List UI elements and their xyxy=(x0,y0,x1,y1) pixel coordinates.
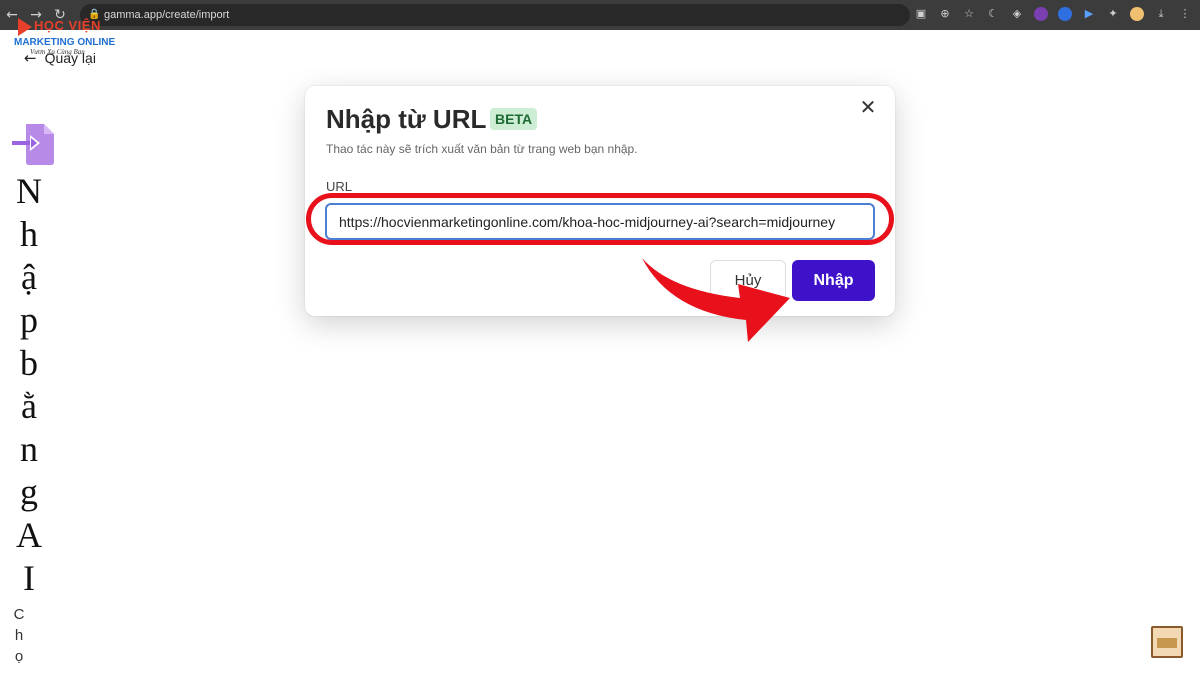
browser-extension-icons: ▣ ⊕ ☆ ☾ ◈ ▶ ✦ ⤓ ⋮ xyxy=(914,7,1192,21)
zoom-icon[interactable]: ⊕ xyxy=(938,7,952,21)
title-char: g xyxy=(20,472,38,512)
title-char: I xyxy=(23,558,35,598)
title-char: N xyxy=(16,171,42,211)
play-logo-icon xyxy=(18,18,32,36)
back-label: Quay lại xyxy=(44,50,96,66)
menu-icon[interactable]: ⋮ xyxy=(1178,7,1192,21)
subtitle-char: h xyxy=(14,627,24,644)
url-input[interactable] xyxy=(325,203,875,240)
title-char: h xyxy=(20,214,38,254)
close-icon[interactable]: ✕ xyxy=(857,96,879,118)
channel-thumbnail-icon xyxy=(1151,626,1183,658)
shield-icon[interactable]: ◈ xyxy=(1010,7,1024,21)
page-title-vertical: NhậpbằngAI xyxy=(12,170,46,600)
title-char: ậ xyxy=(21,257,37,297)
cancel-button[interactable]: Hủy xyxy=(710,260,786,301)
back-button[interactable]: ← Quay lại xyxy=(14,44,106,72)
address-url: gamma.app/create/import xyxy=(104,9,230,21)
moon-icon[interactable]: ☾ xyxy=(986,7,1000,21)
puzzle-icon[interactable]: ✦ xyxy=(1106,7,1120,21)
arrow-left-icon: ← xyxy=(24,49,37,67)
dialog-description: Thao tác này sẽ trích xuất văn bản từ tr… xyxy=(326,142,638,156)
import-button[interactable]: Nhập xyxy=(792,260,875,301)
play-extension-icon[interactable]: ▶ xyxy=(1082,7,1096,21)
extension-icon[interactable] xyxy=(1058,7,1072,21)
download-icon[interactable]: ⤓ xyxy=(1154,7,1168,21)
title-char: n xyxy=(20,429,38,469)
import-file-icon xyxy=(12,124,54,165)
browser-toolbar: ← → ↻ 🔒 gamma.app/create/import ▣ ⊕ ☆ ☾ … xyxy=(0,0,1200,30)
logo-line-1: HỌC VIỆN xyxy=(34,18,101,33)
page-subtitle-vertical: Chọ xyxy=(12,604,26,667)
dialog-title: Nhập từ URL xyxy=(326,104,487,134)
profile-avatar[interactable] xyxy=(1130,7,1144,21)
subtitle-char: C xyxy=(13,606,25,623)
bookmark-star-icon[interactable]: ☆ xyxy=(962,7,976,21)
url-label: URL xyxy=(326,179,353,194)
title-char: b xyxy=(20,343,38,383)
address-bar[interactable]: 🔒 gamma.app/create/import xyxy=(80,4,910,26)
title-char: ằ xyxy=(21,386,37,426)
title-char: A xyxy=(16,515,42,555)
extension-icon[interactable] xyxy=(1034,7,1048,21)
import-url-dialog: Nhập từ URL BETA ✕ Thao tác này sẽ trích… xyxy=(305,86,895,316)
beta-badge: BETA xyxy=(490,108,538,130)
subtitle-char: ọ xyxy=(14,648,24,665)
install-app-icon[interactable]: ▣ xyxy=(914,7,928,21)
title-char: p xyxy=(20,300,38,340)
